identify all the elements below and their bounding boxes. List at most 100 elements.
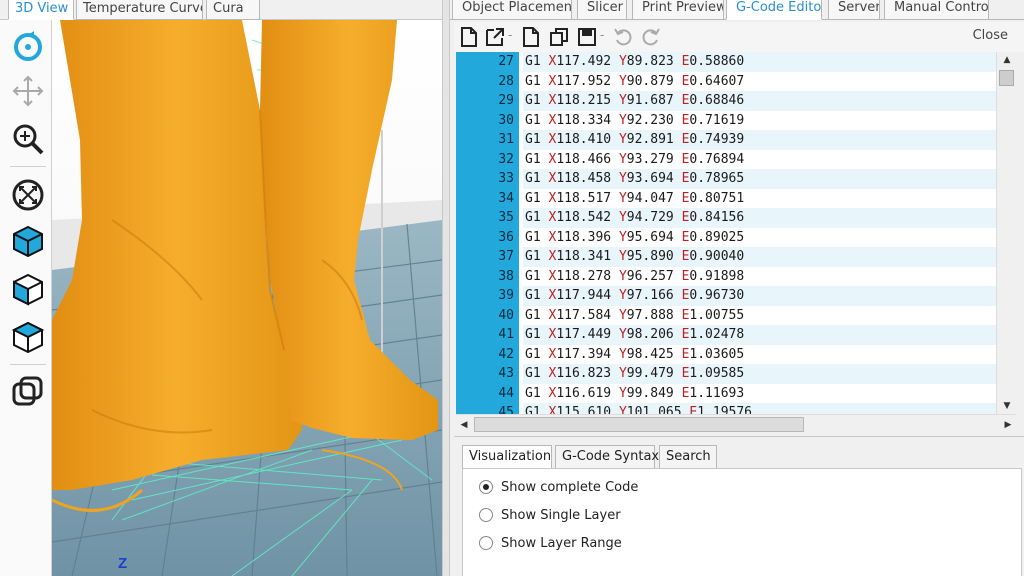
code-line[interactable]: 32 G1 X118.466 Y93.279 E0.76894: [456, 149, 996, 169]
tab-gcode-syntax[interactable]: G-Code Syntax: [555, 445, 659, 469]
radio-selected-icon[interactable]: [479, 480, 493, 494]
rotate-view-icon[interactable]: [9, 28, 47, 66]
code-line[interactable]: 45 G1 X115.610 Y101.065 E1.19576: [456, 403, 996, 414]
tab-search[interactable]: Search: [659, 445, 717, 469]
code-line[interactable]: 31 G1 X118.410 Y92.891 E0.74939: [456, 130, 996, 150]
tab-cura[interactable]: Cura: [206, 0, 260, 20]
gcode-command: G1: [525, 288, 541, 303]
move-view-icon[interactable]: [9, 72, 47, 110]
code-text: G1 X117.492 Y89.823 E0.58860: [523, 52, 996, 72]
code-line[interactable]: 34 G1 X118.517 Y94.047 E0.80751: [456, 188, 996, 208]
y-value: 91.687: [626, 93, 674, 108]
y-value: 89.823: [626, 54, 674, 69]
line-number: 35: [498, 210, 514, 225]
code-line[interactable]: 44 G1 X116.619 Y99.849 E1.11693: [456, 383, 996, 403]
x-value: 118.396: [556, 229, 612, 245]
x-value: 117.952: [556, 73, 612, 89]
code-line[interactable]: 29 G1 X118.215 Y91.687 E0.68846: [456, 91, 996, 111]
option-show-complete-code[interactable]: Show complete Code: [479, 477, 638, 497]
code-line[interactable]: 36 G1 X118.396 Y95.694 E0.89025: [456, 227, 996, 247]
tab-manual-control[interactable]: Manual Control: [884, 0, 989, 20]
toolbar-separator: -: [600, 28, 605, 42]
tab-3d-view[interactable]: 3D View: [8, 0, 74, 20]
code-text: G1 X115.610 Y101.065 E1.19576: [523, 403, 996, 414]
save-icon[interactable]: [576, 26, 598, 48]
axis-letter: Y: [618, 405, 627, 414]
x-value: 117.394: [556, 346, 612, 362]
vertical-scroll-thumb[interactable]: [999, 70, 1014, 86]
cube-front-view-icon[interactable]: [9, 222, 47, 260]
scroll-right-arrow[interactable]: ▶: [1000, 415, 1016, 435]
gcode-text-area[interactable]: 27 G1 X117.492 Y89.823 E0.58860 28 G1 X117.…: [456, 52, 996, 414]
axis-letter: Y: [618, 288, 627, 303]
code-line[interactable]: 28 G1 X117.952 Y90.879 E0.64607: [456, 71, 996, 91]
y-value: 101.065: [626, 405, 682, 414]
option-show-layer-range[interactable]: Show Layer Range: [479, 533, 622, 553]
code-line[interactable]: 38 G1 X118.278 Y96.257 E0.91898: [456, 266, 996, 286]
scroll-up-arrow[interactable]: ▲: [997, 52, 1017, 68]
new-file-icon[interactable]: [458, 26, 480, 48]
close-editor-button[interactable]: Close: [973, 28, 1008, 43]
panel-splitter[interactable]: [442, 0, 450, 576]
tab-gcode-editor[interactable]: G-Code Editor: [726, 0, 822, 20]
horizontal-scrollbar[interactable]: ◀ ▶: [456, 414, 1016, 434]
code-line[interactable]: 40 G1 X117.584 Y97.888 E1.00755: [456, 305, 996, 325]
option-label: Show complete Code: [501, 479, 639, 495]
horizontal-scroll-thumb[interactable]: [474, 417, 804, 432]
tab-temperature-curve[interactable]: Temperature Curve: [76, 0, 203, 20]
code-text: G1 X116.823 Y99.479 E1.09585: [523, 364, 996, 384]
tab-visualization[interactable]: Visualization: [462, 445, 552, 469]
code-line[interactable]: 43 G1 X116.823 Y99.479 E1.09585: [456, 364, 996, 384]
e-value: 0.76894: [689, 151, 745, 167]
e-value: 0.78965: [689, 171, 745, 186]
axis-letter: Y: [618, 112, 627, 128]
editor-options-panel: Visualization G-Code Syntax Search Show …: [454, 436, 1024, 576]
x-value: 115.610: [556, 405, 612, 414]
3d-viewport[interactable]: Z: [52, 20, 442, 576]
multi-object-icon[interactable]: [9, 372, 47, 410]
line-number: 39: [498, 288, 514, 303]
gcode-command: G1: [525, 229, 541, 245]
line-number: 38: [498, 268, 514, 284]
code-line[interactable]: 35 G1 X118.542 Y94.729 E0.84156: [456, 208, 996, 228]
e-value: 0.89025: [689, 229, 745, 245]
gcode-command: G1: [525, 405, 541, 414]
gcode-command: G1: [525, 54, 541, 69]
tab-object-placement[interactable]: Object Placement: [452, 0, 572, 20]
scroll-down-arrow[interactable]: ▼: [997, 398, 1017, 414]
code-line[interactable]: 30 G1 X118.334 Y92.230 E0.71619: [456, 110, 996, 130]
code-line[interactable]: 39 G1 X117.944 Y97.166 E0.96730: [456, 286, 996, 306]
cube-side-view-icon[interactable]: [9, 270, 47, 308]
tab-print-preview[interactable]: Print Preview: [632, 0, 724, 20]
tab-server[interactable]: Server: [828, 0, 880, 20]
code-line[interactable]: 41 G1 X117.449 Y98.206 E1.02478: [456, 325, 996, 345]
left-tab-bar: 3D View Temperature Curve Cura: [0, 0, 450, 20]
axis-letter: Y: [618, 229, 627, 245]
copy-icon[interactable]: [520, 26, 542, 48]
vertical-scrollbar[interactable]: ▲ ▼: [996, 52, 1016, 414]
code-line[interactable]: 33 G1 X118.458 Y93.694 E0.78965: [456, 169, 996, 189]
line-number: 34: [498, 190, 514, 206]
radio-unselected-icon[interactable]: [479, 508, 493, 522]
line-number: 43: [498, 366, 514, 381]
export-icon[interactable]: [484, 26, 506, 48]
code-line[interactable]: 42 G1 X117.394 Y98.425 E1.03605: [456, 344, 996, 364]
radio-unselected-icon[interactable]: [479, 536, 493, 550]
scroll-left-arrow[interactable]: ◀: [456, 415, 472, 435]
code-text: G1 X117.952 Y90.879 E0.64607: [523, 71, 996, 91]
fit-view-icon[interactable]: [9, 176, 47, 214]
axis-letter: Y: [618, 210, 627, 225]
code-text: G1 X118.396 Y95.694 E0.89025: [523, 227, 996, 247]
option-show-single-layer[interactable]: Show Single Layer: [479, 505, 621, 525]
visualization-options: Show complete Code Show Single Layer Sho…: [462, 468, 1022, 576]
cube-top-view-icon[interactable]: [9, 318, 47, 356]
code-line[interactable]: 37 G1 X118.341 Y95.890 E0.90040: [456, 247, 996, 267]
gcode-command: G1: [525, 346, 541, 362]
tab-slicer[interactable]: Slicer: [577, 0, 627, 20]
duplicate-icon[interactable]: [548, 26, 570, 48]
code-line[interactable]: 27 G1 X117.492 Y89.823 E0.58860: [456, 52, 996, 72]
undo-icon[interactable]: [612, 26, 634, 48]
zoom-icon[interactable]: [9, 120, 47, 158]
e-value: 0.96730: [689, 288, 745, 303]
redo-icon[interactable]: [640, 26, 662, 48]
